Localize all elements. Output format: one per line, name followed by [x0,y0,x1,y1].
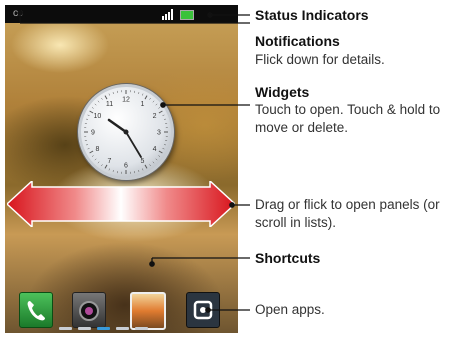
callout-notifications-title: Notifications [255,33,340,49]
callout-widgets-desc: Touch to open. Touch & hold to move or d… [255,102,441,135]
callout-shortcuts-title: Shortcuts [255,250,321,266]
callout-notifications-desc: Flick down for details. [255,52,385,67]
callout-open-apps-desc: Open apps. [255,302,325,317]
callout-widgets-title: Widgets [255,84,310,100]
callout-status-indicators: Status Indicators [255,7,369,23]
callout-drag-desc: Drag or flick to open panels (or scroll … [255,197,440,230]
callout-lines [17,10,250,313]
